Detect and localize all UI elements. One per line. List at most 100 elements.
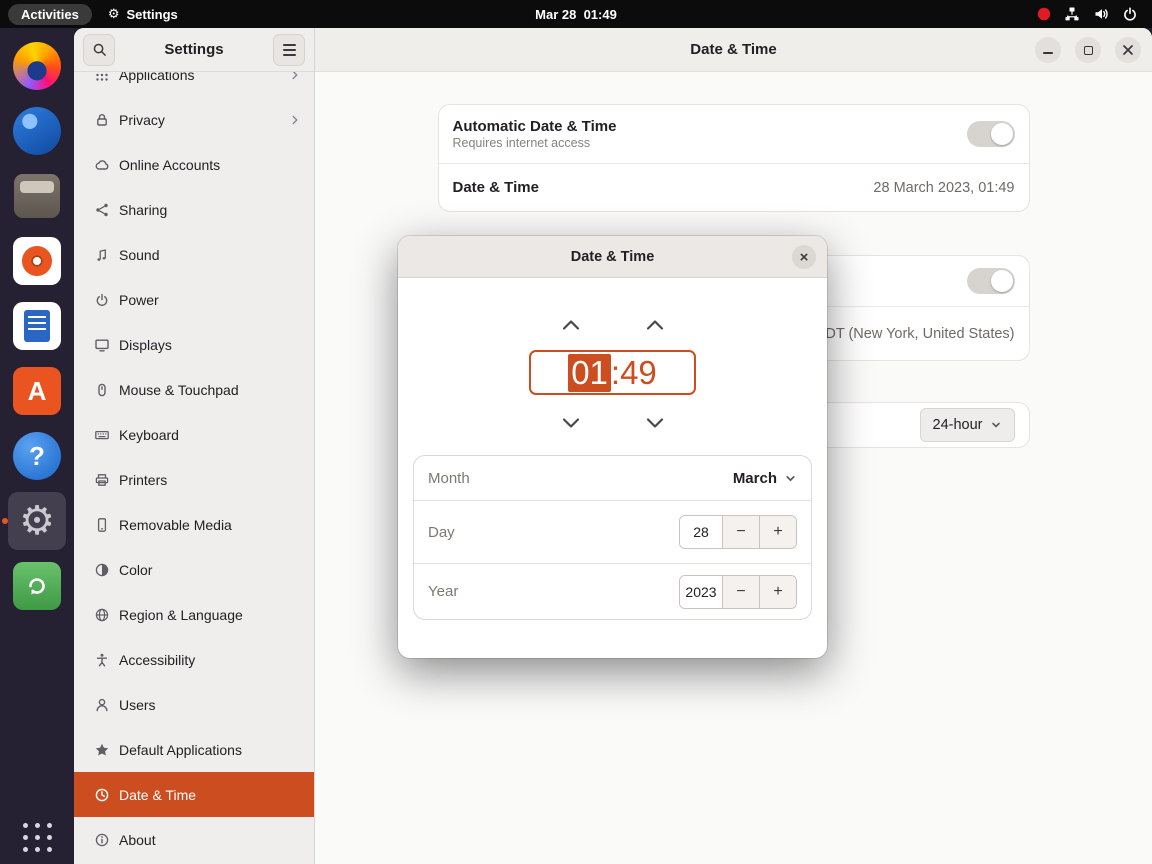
firefox-icon — [13, 42, 61, 90]
sidebar-item-color[interactable]: Color — [74, 547, 314, 592]
minimize-button[interactable] — [1035, 37, 1061, 63]
sidebar-item-displays[interactable]: Displays — [74, 322, 314, 367]
sidebar-item-sharing[interactable]: Sharing — [74, 187, 314, 232]
auto-datetime-toggle[interactable] — [966, 121, 1015, 147]
auto-datetime-card: Automatic Date & Time Requires internet … — [437, 104, 1030, 212]
dock-item-help[interactable]: ? — [13, 432, 61, 480]
maximize-button[interactable] — [1075, 37, 1101, 63]
ubuntu-software-icon: A — [13, 367, 61, 415]
toggle-knob — [990, 270, 1013, 292]
dock-item-files[interactable] — [13, 172, 61, 220]
minimize-icon — [1043, 52, 1053, 54]
sidebar-item-about[interactable]: About — [74, 817, 314, 862]
search-button[interactable] — [83, 33, 115, 66]
keyboard-icon — [95, 430, 109, 439]
clock-icon — [95, 788, 109, 801]
dialog-close-button[interactable]: × — [792, 245, 816, 269]
focused-app-menu[interactable]: ⚙ Settings — [108, 7, 178, 22]
day-value[interactable]: 28 — [680, 516, 722, 548]
network-wired-icon — [1065, 7, 1079, 21]
time-format-dropdown[interactable]: 24-hour — [919, 408, 1015, 442]
chevron-up-icon — [646, 320, 664, 330]
sidebar-item-removable-media[interactable]: Removable Media — [74, 502, 314, 547]
dock-item-ubuntu-software[interactable]: A — [13, 367, 61, 415]
sidebar-item-applications[interactable]: Applications — [74, 72, 314, 97]
chevron-down-icon — [562, 418, 580, 428]
time-entry[interactable]: 01:49 — [529, 350, 696, 395]
dock-item-libreoffice-writer[interactable] — [13, 302, 61, 350]
time-hours: 01 — [568, 353, 611, 392]
apps-grid-icon — [96, 73, 108, 81]
sidebar-item-online-accounts[interactable]: Online Accounts — [74, 142, 314, 187]
sidebar-item-region-language[interactable]: Region & Language — [74, 592, 314, 637]
software-updater-icon — [13, 562, 61, 610]
close-icon — [1123, 45, 1133, 55]
sidebar-item-power[interactable]: Power — [74, 277, 314, 322]
auto-datetime-row: Automatic Date & Time Requires internet … — [439, 105, 1029, 163]
day-spinbutton: 28 − + — [679, 515, 797, 549]
system-status-area[interactable] — [1037, 6, 1152, 22]
files-icon — [14, 174, 60, 218]
minute-up-button[interactable] — [636, 314, 674, 336]
power-icon — [96, 293, 108, 306]
month-row[interactable]: Month March — [414, 456, 811, 500]
day-row: Day 28 − + — [414, 500, 811, 563]
primary-menu-button[interactable] — [273, 33, 305, 66]
auto-timezone-toggle[interactable] — [966, 268, 1015, 294]
year-spinbutton: 2023 − + — [679, 574, 797, 609]
sidebar-title: Settings — [164, 41, 224, 58]
dock-item-rhythmbox[interactable] — [13, 237, 61, 285]
music-note-icon — [97, 248, 106, 261]
globe-icon — [95, 608, 109, 621]
libreoffice-writer-icon — [13, 302, 61, 350]
volume-icon — [1095, 9, 1108, 19]
sidebar-item-keyboard[interactable]: Keyboard — [74, 412, 314, 457]
user-icon — [96, 698, 108, 711]
hour-up-button[interactable] — [552, 314, 590, 336]
help-icon: ? — [13, 432, 61, 480]
window-controls — [1035, 37, 1141, 63]
month-dropdown[interactable]: March — [733, 470, 797, 487]
dock-item-firefox[interactable] — [13, 42, 61, 90]
page-title: Date & Time — [690, 41, 777, 58]
sidebar-item-privacy[interactable]: Privacy — [74, 97, 314, 142]
chevron-up-icon — [562, 320, 580, 330]
year-decrement-button[interactable]: − — [722, 575, 759, 608]
year-increment-button[interactable]: + — [759, 575, 796, 608]
datetime-row[interactable]: Date & Time 28 March 2023, 01:49 — [438, 163, 1029, 211]
day-increment-button[interactable]: + — [759, 516, 796, 548]
color-icon — [95, 563, 109, 576]
sidebar-item-users[interactable]: Users — [74, 682, 314, 727]
sidebar-item-mouse-touchpad[interactable]: Mouse & Touchpad — [74, 367, 314, 412]
sidebar-item-accessibility[interactable]: Accessibility — [74, 637, 314, 682]
sidebar-item-date-time[interactable]: Date & Time — [74, 772, 314, 817]
chevron-down-icon — [991, 422, 1000, 428]
power-icon — [1124, 7, 1136, 21]
sidebar-item-printers[interactable]: Printers — [74, 457, 314, 502]
dock-item-software-updater[interactable] — [13, 562, 61, 610]
settings-sidebar: Settings Applications Privacy Online Acc… — [74, 28, 315, 864]
sidebar-item-default-applications[interactable]: Default Applications — [74, 727, 314, 772]
time-separator: : — [610, 353, 621, 391]
hour-down-button[interactable] — [552, 412, 590, 434]
show-applications-button[interactable] — [22, 823, 52, 852]
hamburger-icon — [282, 43, 296, 56]
dock-item-thunderbird[interactable] — [13, 107, 61, 155]
activities-button[interactable]: Activities — [8, 3, 92, 25]
year-value[interactable]: 2023 — [680, 575, 722, 608]
settings-gear-icon: ⚙ — [19, 498, 55, 544]
sidebar-item-sound[interactable]: Sound — [74, 232, 314, 277]
gear-icon: ⚙ — [107, 6, 120, 22]
date-list: Month March Day 28 − + Year 2023 − + — [413, 455, 812, 620]
share-icon — [96, 203, 108, 216]
day-decrement-button[interactable]: − — [722, 516, 759, 548]
rhythmbox-icon — [13, 237, 61, 285]
dock-item-settings[interactable]: ⚙ — [2, 492, 66, 550]
date-time-dialog: Date & Time × 01:49 Month March Day 28 −… — [398, 236, 827, 658]
clock-menu[interactable]: Mar 28 01:49 — [535, 7, 617, 22]
close-button[interactable] — [1115, 37, 1141, 63]
printer-icon — [95, 473, 109, 486]
time-minutes: 49 — [620, 353, 657, 391]
minute-down-button[interactable] — [636, 412, 674, 434]
chevron-right-icon — [292, 72, 298, 79]
